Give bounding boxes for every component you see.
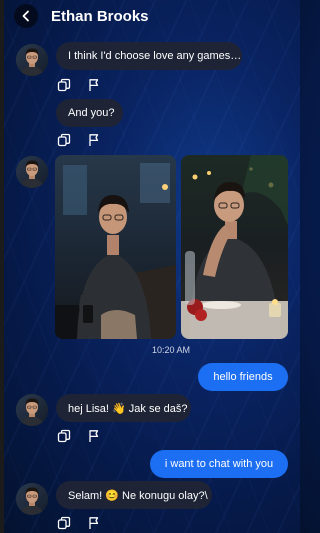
flag-icon[interactable] (87, 133, 101, 147)
contact-avatar[interactable] (16, 394, 48, 426)
message-bubble-incoming[interactable]: I think I'd choose love any games… (56, 42, 242, 70)
contact-avatar[interactable] (16, 44, 48, 76)
chevron-left-icon (22, 10, 29, 22)
message-timestamp: 10:20 AM (152, 345, 191, 355)
photo-attachment[interactable] (181, 155, 288, 339)
flag-icon[interactable] (87, 516, 101, 530)
flag-icon[interactable] (87, 429, 101, 443)
message-bubble-incoming[interactable]: Selam! 😊 Ne konugu olay?\ (56, 481, 212, 509)
message-bubble-incoming[interactable]: And you? (56, 99, 123, 127)
message-actions (57, 429, 101, 443)
copy-icon[interactable] (57, 78, 71, 92)
contact-avatar[interactable] (16, 483, 48, 515)
message-bubble-incoming[interactable]: hej Lisa! 👋 Jak se daš? (56, 394, 191, 422)
message-text: hej Lisa! 👋 Jak se daš? (68, 402, 188, 415)
message-text: And you? (68, 107, 115, 119)
message-text: i want to chat with you (164, 458, 274, 470)
message-text: Selam! 😊 Ne konugu olay?\ (68, 489, 208, 502)
message-text: I think I'd choose love any games… (68, 50, 242, 62)
message-actions (57, 133, 101, 147)
chat-header: Ethan Brooks (14, 4, 149, 28)
contact-avatar[interactable] (16, 156, 48, 188)
flag-icon[interactable] (87, 78, 101, 92)
copy-icon[interactable] (57, 133, 71, 147)
contact-name: Ethan Brooks (51, 7, 149, 25)
message-actions (57, 78, 101, 92)
message-bubble-outgoing[interactable]: hello friends (198, 363, 288, 391)
message-text: hello friends (213, 371, 273, 383)
message-bubble-outgoing[interactable]: i want to chat with you (150, 450, 288, 478)
back-button[interactable] (14, 4, 38, 28)
window-edge (0, 0, 4, 533)
photo-attachment[interactable] (55, 155, 176, 339)
message-actions (57, 516, 101, 530)
copy-icon[interactable] (57, 429, 71, 443)
copy-icon[interactable] (57, 516, 71, 530)
